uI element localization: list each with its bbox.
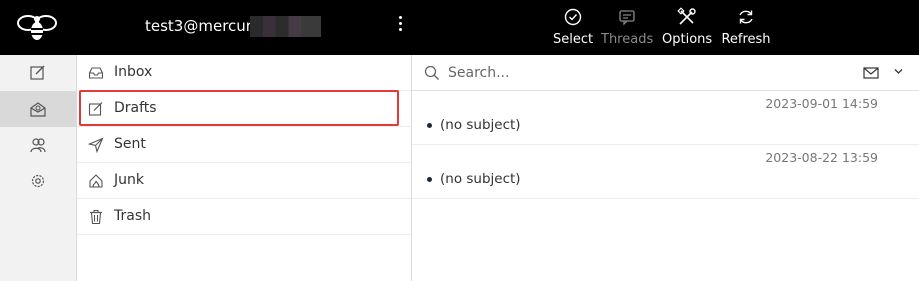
settings-gear-icon [31, 174, 45, 188]
message-subject: (no subject) [440, 171, 521, 187]
bee-logo-icon[interactable] [16, 11, 58, 43]
account-email: test3@mercury. [145, 17, 264, 35]
folder-inbox[interactable]: Inbox [77, 55, 411, 91]
folder-list: Inbox Drafts Sent Junk Trash [77, 55, 412, 281]
rail-contacts[interactable] [0, 127, 77, 163]
trash-icon [90, 210, 102, 225]
contacts-icon [30, 138, 46, 153]
folder-drafts[interactable]: Drafts [77, 91, 411, 127]
compose-icon [30, 65, 45, 80]
chevron-down-icon[interactable] [894, 68, 903, 75]
unread-dot-icon [427, 177, 432, 182]
folder-sent[interactable]: Sent [77, 127, 411, 163]
top-bar: test3@mercury. Select Threads Options Re… [0, 0, 919, 55]
search-input[interactable] [448, 62, 828, 84]
account-menu-icon[interactable] [396, 14, 404, 36]
message-date: 2023-08-22 13:59 [765, 150, 878, 165]
options-button[interactable]: Options [662, 4, 712, 52]
select-button[interactable]: Select [553, 4, 593, 52]
sent-icon [88, 137, 104, 153]
select-check-icon [564, 8, 582, 26]
refresh-button[interactable]: Refresh [721, 4, 771, 52]
unread-dot-icon [427, 123, 432, 128]
message-row[interactable]: 2023-09-01 14:59 (no subject) [412, 91, 919, 145]
nav-rail [0, 55, 77, 281]
drafts-icon [88, 102, 103, 116]
mail-icon [30, 102, 46, 117]
options-tools-icon [677, 7, 696, 25]
threads-icon [619, 10, 635, 26]
rail-settings[interactable] [0, 163, 77, 199]
message-subject: (no subject) [440, 117, 521, 133]
threads-button[interactable]: Threads [601, 4, 653, 52]
message-list: 2023-09-01 14:59 (no subject) 2023-08-22… [412, 55, 919, 281]
search-bar [412, 55, 919, 91]
message-row[interactable]: 2023-08-22 13:59 (no subject) [412, 145, 919, 199]
message-date: 2023-09-01 14:59 [765, 96, 878, 111]
redacted-block [250, 16, 321, 37]
junk-icon [89, 174, 103, 188]
search-icon [424, 65, 439, 80]
folder-trash[interactable]: Trash [77, 199, 411, 235]
inbox-icon [88, 67, 104, 79]
folder-junk[interactable]: Junk [77, 163, 411, 199]
refresh-icon [739, 10, 753, 24]
rail-mail[interactable] [0, 91, 77, 127]
envelope-icon[interactable] [863, 66, 879, 80]
rail-compose[interactable] [0, 55, 77, 91]
